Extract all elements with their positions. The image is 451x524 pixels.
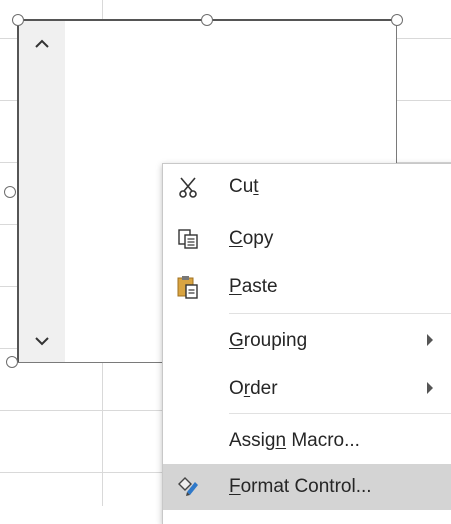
resize-handle-top-left[interactable] (12, 14, 24, 26)
menu-item-label: Paste (229, 276, 278, 297)
chevron-up-icon[interactable] (29, 31, 55, 57)
copy-icon (173, 224, 203, 254)
menu-separator (229, 413, 451, 414)
menu-item-label: Assign Macro... (229, 430, 360, 451)
menu-item-grouping[interactable]: Grouping (163, 318, 451, 364)
resize-handle-top[interactable] (201, 14, 213, 26)
menu-separator (229, 313, 451, 314)
chevron-down-icon[interactable] (29, 328, 55, 354)
scrollbar-track[interactable] (19, 21, 65, 362)
menu-item-paste[interactable]: Paste (163, 264, 451, 310)
scissors-icon (173, 172, 203, 202)
resize-handle-left[interactable] (4, 186, 16, 198)
menu-item-format-control[interactable]: Format Control... (163, 464, 451, 510)
resize-handle-top-right[interactable] (391, 14, 403, 26)
menu-item-label: Order (229, 378, 278, 399)
menu-item-label: Format Control... (229, 476, 372, 497)
resize-handle-bottom-left[interactable] (6, 356, 18, 368)
menu-item-cut[interactable]: Cut (163, 164, 451, 210)
paste-icon (173, 272, 203, 302)
context-menu: Cut Copy Paste Grouping Order Assign Mac… (162, 163, 451, 524)
submenu-arrow-icon (427, 334, 433, 346)
menu-item-label: Cut (229, 176, 259, 197)
menu-item-label: Grouping (229, 330, 308, 351)
menu-item-assign-macro[interactable]: Assign Macro... (163, 418, 451, 464)
menu-item-order[interactable]: Order (163, 366, 451, 412)
menu-item-copy[interactable]: Copy (163, 216, 451, 262)
submenu-arrow-icon (427, 382, 433, 394)
menu-item-label: Copy (229, 228, 274, 249)
format-control-icon (173, 472, 203, 502)
